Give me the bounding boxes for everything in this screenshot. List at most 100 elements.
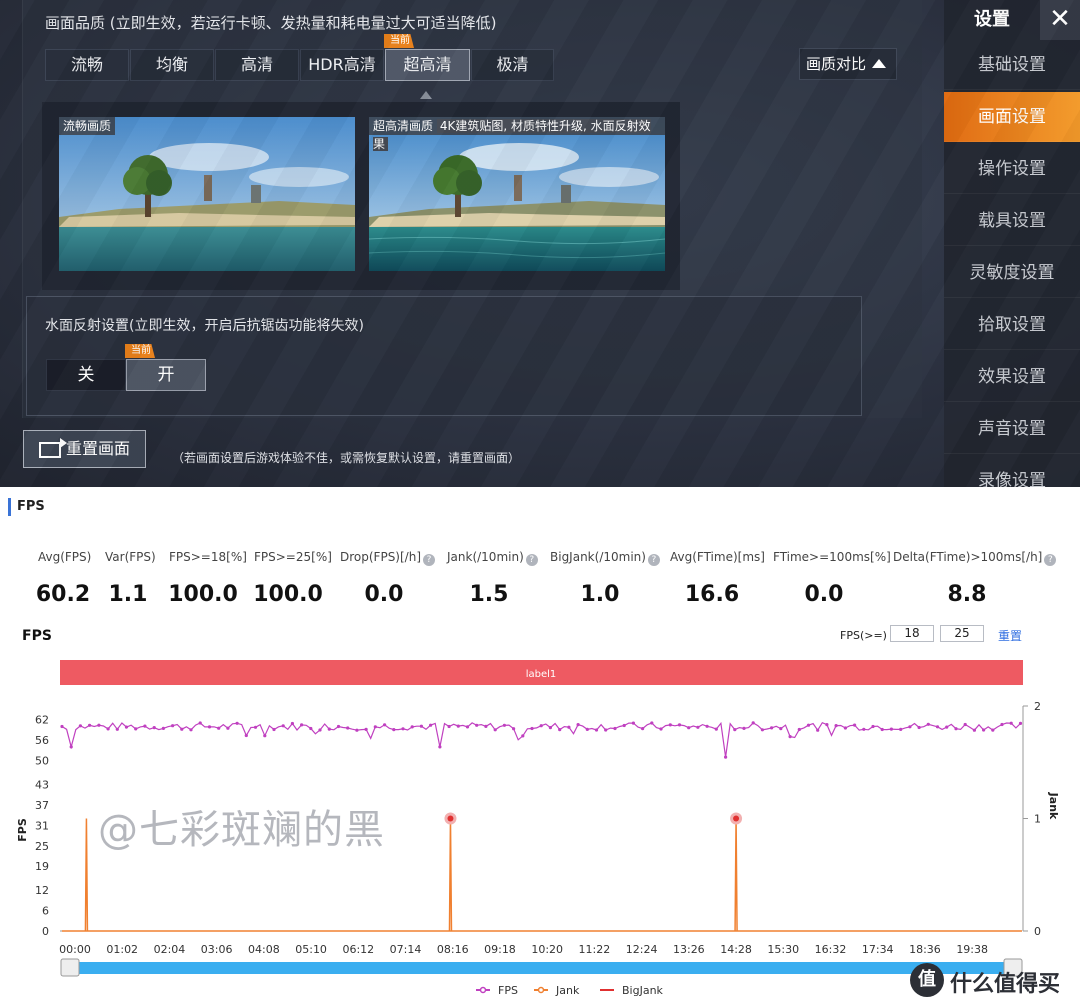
fps-point <box>631 721 636 725</box>
x-tick-label: 18:36 <box>909 943 941 956</box>
quality-option-extreme[interactable]: 极清 <box>471 49 554 81</box>
fps-point <box>78 724 82 728</box>
fps-point <box>972 728 977 732</box>
sidebar-item-recording[interactable]: 录像设置 <box>944 456 1080 487</box>
stat-label-text: Avg(FPS) <box>38 550 92 564</box>
quality-option-hd[interactable]: 高清 <box>215 49 299 81</box>
reset-graphics-button[interactable]: 重置画面 <box>23 430 146 468</box>
fps-point <box>945 725 949 729</box>
fps-point <box>991 728 995 732</box>
fps-point <box>290 721 294 726</box>
y-tick-label: 56 <box>35 734 49 747</box>
fps-point <box>677 723 682 727</box>
fps-point <box>659 727 663 731</box>
logo-text: 什么值得买 <box>950 972 1061 997</box>
fps-point <box>484 724 488 728</box>
help-icon[interactable]: ? <box>525 554 538 566</box>
fps-point <box>392 728 396 732</box>
quality-option-smooth[interactable]: 流畅 <box>45 49 129 81</box>
fps-point <box>696 725 700 729</box>
close-icon[interactable]: ✕ <box>1040 0 1080 40</box>
fps-point <box>180 727 184 731</box>
x-tick-label: 01:02 <box>106 943 138 956</box>
fps-point <box>705 724 709 728</box>
stat-value-fps-25: 100.0 <box>253 582 323 607</box>
fps-point <box>558 728 562 732</box>
sidebar-item-basic[interactable]: 基础设置 <box>944 40 1080 90</box>
fps-point <box>88 723 92 727</box>
fps-point <box>641 727 645 731</box>
fps-section-title: FPS <box>8 498 45 516</box>
fps-point <box>548 726 553 730</box>
y2-tick-label: 1 <box>1034 813 1041 826</box>
fps-point <box>226 726 230 730</box>
stat-label-text: FPS>=18[%] <box>169 550 247 564</box>
bigjank-point <box>447 815 454 822</box>
fps-point <box>880 727 884 732</box>
sidebar-item-pickup[interactable]: 拾取设置 <box>944 300 1080 350</box>
stat-label-text: FTime>=100ms[%] <box>773 550 891 564</box>
threshold-reset-link[interactable]: 重置 <box>998 627 1022 644</box>
fps-point <box>926 722 930 726</box>
fps-threshold-input-2[interactable]: 25 <box>940 625 984 642</box>
water-reflection-on-button[interactable]: 开 <box>126 359 206 391</box>
fps-point <box>889 727 894 731</box>
reset-button-label: 重置画面 <box>66 439 131 458</box>
fps-point <box>1009 721 1013 725</box>
fps-point <box>198 721 202 725</box>
help-icon[interactable]: ? <box>423 554 435 566</box>
y-tick-label: 6 <box>42 905 49 918</box>
stat-label-text: BigJank(/10min) <box>550 550 646 564</box>
fps-point <box>622 723 626 728</box>
stat-value-delta-ftime: 8.8 <box>947 582 987 607</box>
legend-label: FPS <box>498 984 518 997</box>
sidebar-item-vehicle[interactable]: 载具设置 <box>944 196 1080 246</box>
y2-tick-label: 2 <box>1034 700 1041 713</box>
fps-point <box>733 728 737 732</box>
fps-point <box>770 726 774 730</box>
fps-point <box>207 725 212 729</box>
stat-value-fps-18: 100.0 <box>168 582 238 607</box>
fps-point <box>447 724 451 729</box>
preview-image-smooth: 流畅画质 <box>59 117 355 271</box>
stat-value-avg-fps: 60.2 <box>35 582 91 607</box>
x-tick-label: 14:28 <box>720 943 752 956</box>
fps-point <box>244 733 248 738</box>
sidebar-item-controls[interactable]: 操作设置 <box>944 144 1080 194</box>
quality-option-balanced[interactable]: 均衡 <box>130 49 214 81</box>
x-tick-label: 06:12 <box>342 943 374 956</box>
fps-threshold-input-1[interactable]: 18 <box>890 625 934 642</box>
sidebar-item-sensitivity[interactable]: 灵敏度设置 <box>944 248 1080 298</box>
fps-point <box>576 723 580 727</box>
preview-image-ultra-hd: 超高清画质 4K建筑贴图, 材质特性升级, 水面反射效果 <box>369 117 665 271</box>
stat-label-text: Var(FPS) <box>105 550 156 564</box>
sidebar-item-effects[interactable]: 效果设置 <box>944 352 1080 402</box>
fps-point <box>456 724 460 728</box>
stat-label-ftime-100: FTime>=100ms[%] <box>773 550 891 564</box>
fps-point <box>788 735 792 739</box>
fps-point <box>253 725 258 729</box>
stat-label-text: Drop(FPS)[/h] <box>340 550 421 564</box>
sidebar-item-graphics[interactable]: 画面设置 <box>944 92 1080 142</box>
help-icon[interactable]: ? <box>1044 554 1057 566</box>
fps-point <box>613 726 617 731</box>
fps-point <box>97 723 101 727</box>
fps-point <box>724 755 728 759</box>
range-slider-track <box>70 962 1022 974</box>
water-reflection-off-button[interactable]: 关 <box>46 359 126 391</box>
preview-caption-title: 超高清画质 <box>373 119 434 133</box>
sidebar-item-sound[interactable]: 声音设置 <box>944 404 1080 454</box>
help-icon[interactable]: ? <box>647 554 660 566</box>
sidebar-title: 设置 <box>974 9 1010 30</box>
y-tick-label: 25 <box>35 840 49 853</box>
quality-option-ultra-hd[interactable]: 超高清 <box>385 49 470 81</box>
stat-label-avg-ftime: Avg(FTime)[ms] <box>670 550 765 564</box>
x-tick-label: 07:14 <box>390 943 422 956</box>
water-current-badge: 当前 <box>125 344 155 358</box>
stat-value-drop: 0.0 <box>364 582 404 607</box>
fps-point <box>502 723 506 727</box>
fps-point <box>465 725 470 729</box>
quality-compare-button[interactable]: 画质对比 <box>799 48 897 80</box>
quality-option-hdr[interactable]: HDR高清 <box>300 49 384 81</box>
fps-point <box>530 726 534 731</box>
